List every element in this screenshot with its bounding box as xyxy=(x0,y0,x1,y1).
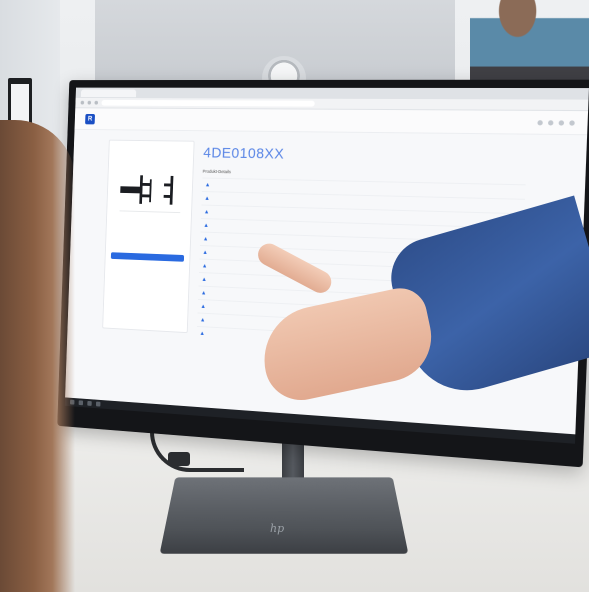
table-cell xyxy=(411,196,468,213)
taskbar-app-icon[interactable] xyxy=(87,400,92,406)
card-title xyxy=(115,146,188,147)
office-photo: hp R 4DE0108XX Produkt-Details ▲ ▲ ▲ ▲ ▲… xyxy=(0,0,589,592)
forward-icon[interactable] xyxy=(87,100,92,105)
profile-drawing xyxy=(112,154,188,232)
product-title: 4DE0108XX xyxy=(203,144,285,163)
taskbar-app-icon[interactable] xyxy=(78,400,84,406)
monitor-stand-base xyxy=(159,477,409,554)
url-input[interactable] xyxy=(101,99,315,107)
back-icon[interactable] xyxy=(80,100,85,105)
header-icons xyxy=(537,119,575,126)
reload-icon[interactable] xyxy=(94,100,99,105)
hp-logo-icon: hp xyxy=(270,522,285,535)
table-cell[interactable] xyxy=(357,195,413,211)
table-cell xyxy=(303,193,358,210)
table-cell xyxy=(467,183,526,200)
table-cell[interactable] xyxy=(357,181,413,197)
table-cell xyxy=(304,180,359,196)
taskbar-app-icon[interactable] xyxy=(95,401,101,407)
foreground-person-hair xyxy=(0,120,75,592)
profile-drawing-svg xyxy=(112,175,190,232)
share-icon[interactable] xyxy=(547,119,554,126)
bookmark-icon[interactable] xyxy=(558,119,565,126)
search-icon[interactable] xyxy=(537,119,543,125)
table-cell xyxy=(412,182,469,198)
cable-plug xyxy=(168,452,190,466)
app-logo[interactable]: R xyxy=(85,113,96,124)
product-preview-card xyxy=(102,139,195,334)
configure-button[interactable] xyxy=(110,252,185,262)
browser-tab[interactable] xyxy=(80,89,137,97)
user-icon[interactable] xyxy=(569,119,575,126)
